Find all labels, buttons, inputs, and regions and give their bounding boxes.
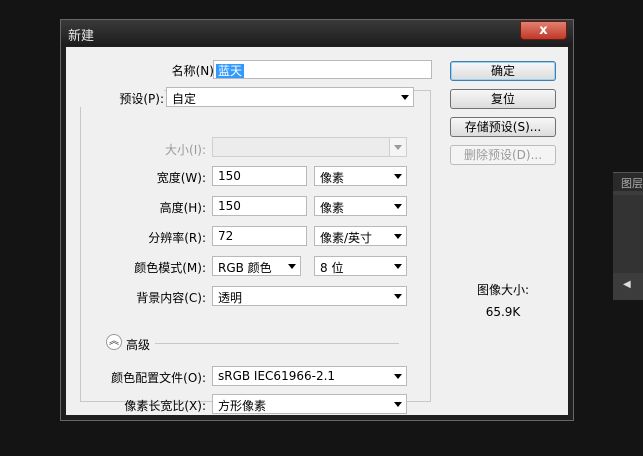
image-size-value: 65.9K: [485, 305, 521, 319]
pixel-aspect-select[interactable]: 方形像素: [212, 394, 407, 414]
preset-value: 自定: [172, 92, 197, 106]
close-button[interactable]: x: [520, 21, 567, 40]
new-document-dialog: 新建 x 名称(N): 蓝天 预设(P): 自定 大小(I): 宽度(W): 1…: [60, 19, 574, 421]
advanced-label[interactable]: 高级: [126, 336, 156, 353]
image-size-label: 图像大小:: [476, 283, 530, 297]
ok-button[interactable]: 确定: [450, 61, 556, 81]
height-unit-dropdown-icon: [394, 204, 402, 209]
color-mode-dropdown-icon: [288, 264, 296, 269]
size-select: [212, 137, 407, 157]
reset-button[interactable]: 复位: [450, 89, 556, 109]
color-profile-label: 颜色配置文件(O):: [111, 371, 206, 385]
resolution-input[interactable]: 72: [212, 226, 307, 246]
height-input[interactable]: 150: [212, 196, 307, 216]
pixel-aspect-dropdown-icon: [394, 402, 402, 407]
delete-preset-button: 删除预设(D)...: [450, 145, 556, 165]
pixel-aspect-label: 像素长宽比(X):: [124, 399, 206, 413]
color-profile-dropdown-icon: [394, 374, 402, 379]
background-panel-body: [613, 195, 643, 273]
width-unit-value: 像素: [320, 171, 345, 185]
resolution-label: 分辨率(R):: [148, 231, 206, 245]
background-panel-tab[interactable]: 图层: [613, 173, 643, 191]
height-unit-value: 像素: [320, 201, 345, 215]
bit-depth-select[interactable]: 8 位: [314, 256, 407, 276]
preset-label: 预设(P):: [80, 90, 164, 107]
height-unit-select[interactable]: 像素: [314, 196, 407, 216]
background-panel: 图层 ◀: [613, 172, 643, 300]
bit-depth-value: 8 位: [320, 261, 344, 275]
background-contents-dropdown-icon: [394, 294, 402, 299]
preset-dropdown-icon: [401, 95, 409, 100]
preset-select[interactable]: 自定: [166, 87, 414, 107]
dialog-title[interactable]: 新建: [61, 20, 573, 46]
width-unit-dropdown-icon: [394, 174, 402, 179]
color-profile-value: sRGB IEC61966-2.1: [218, 369, 336, 383]
dialog-body: 名称(N): 蓝天 预设(P): 自定 大小(I): 宽度(W): 150 像素…: [66, 47, 568, 415]
pixel-aspect-value: 方形像素: [218, 399, 267, 413]
width-unit-select[interactable]: 像素: [314, 166, 407, 186]
size-label: 大小(I):: [165, 143, 206, 157]
name-value: 蓝天: [216, 64, 245, 78]
save-preset-button[interactable]: 存储预设(S)...: [450, 117, 556, 137]
color-mode-label: 颜色模式(M):: [134, 261, 206, 275]
size-dropdown-icon: [394, 145, 402, 150]
name-input[interactable]: 蓝天: [213, 60, 432, 79]
background-contents-value: 透明: [218, 291, 243, 305]
resolution-unit-value: 像素/英寸: [320, 231, 373, 245]
background-contents-label: 背景内容(C):: [136, 291, 206, 305]
bit-depth-dropdown-icon: [394, 264, 402, 269]
resolution-unit-dropdown-icon: [394, 234, 402, 239]
background-contents-select[interactable]: 透明: [212, 286, 407, 306]
name-label: 名称(N):: [171, 64, 218, 78]
width-label: 宽度(W):: [156, 171, 206, 185]
resolution-unit-select[interactable]: 像素/英寸: [314, 226, 407, 246]
advanced-divider: [155, 343, 399, 344]
color-mode-value: RGB 颜色: [218, 261, 272, 275]
panel-collapse-arrow-icon[interactable]: ◀: [623, 279, 631, 290]
width-input[interactable]: 150: [212, 166, 307, 186]
height-label: 高度(H):: [159, 201, 206, 215]
color-profile-select[interactable]: sRGB IEC61966-2.1: [212, 366, 407, 386]
advanced-toggle-icon[interactable]: ︽: [106, 334, 122, 350]
color-mode-select[interactable]: RGB 颜色: [212, 256, 301, 276]
